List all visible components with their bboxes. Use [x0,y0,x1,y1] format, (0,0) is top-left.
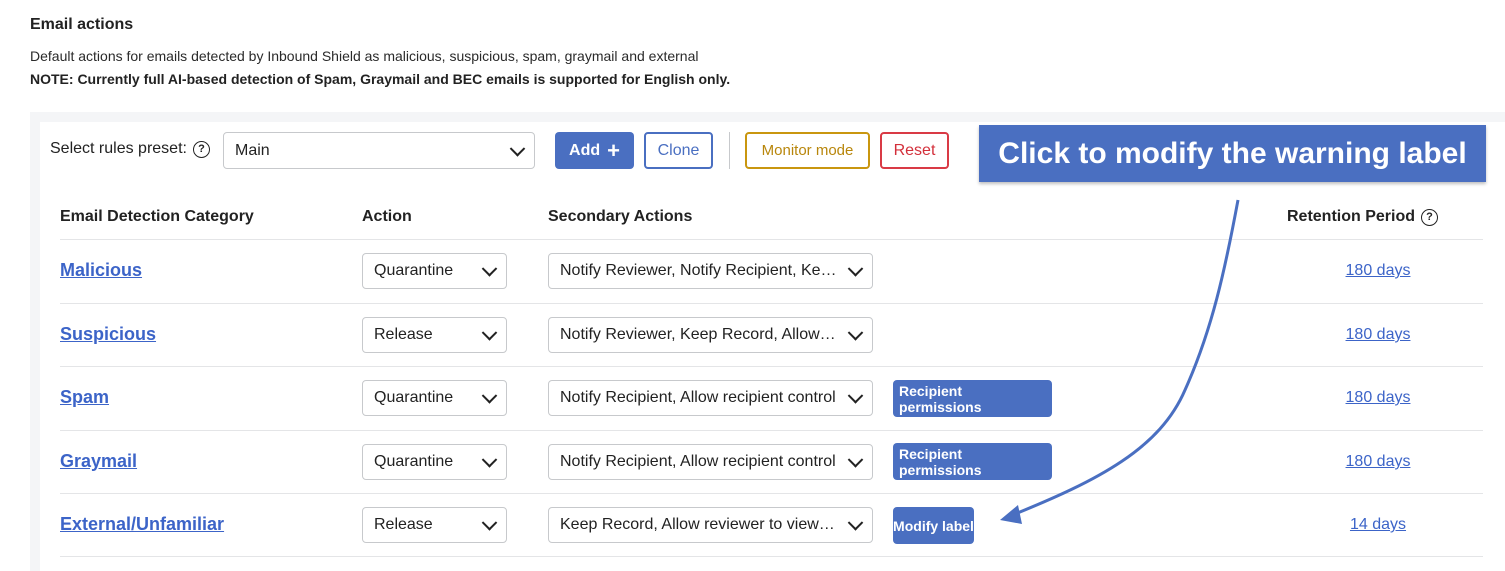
toolbar-divider [729,132,730,169]
chevron-down-icon [847,388,864,404]
modify-label-button[interactable]: Modify label [893,507,974,544]
retention-link[interactable]: 180 days [1318,262,1438,280]
section-description: Default actions for emails detected by I… [30,48,699,64]
category-link-spam[interactable]: Spam [60,387,109,408]
category-link-graymail[interactable]: Graymail [60,451,137,472]
action-select[interactable]: Quarantine [362,380,507,416]
secondary-actions-select[interactable]: Notify Recipient, Allow recipient contro… [548,444,873,480]
secondary-actions-select[interactable]: Notify Reviewer, Keep Record, Allow revi… [548,317,873,353]
clone-button[interactable]: Clone [644,132,713,169]
recipient-permissions-button[interactable]: Recipient permissions [893,380,1052,417]
section-title: Email actions [30,16,134,33]
secondary-actions-select[interactable]: Keep Record, Allow reviewer to view cont… [548,507,873,543]
column-header-action: Action [362,208,412,225]
action-select[interactable]: Release [362,317,507,353]
preset-select[interactable]: Main [223,132,535,169]
retention-link[interactable]: 180 days [1318,326,1438,344]
chevron-down-icon [481,452,498,468]
row-divider [60,556,1483,557]
reset-button[interactable]: Reset [880,132,949,169]
chevron-down-icon [847,452,864,468]
chevron-down-icon [847,515,864,531]
category-link-external[interactable]: External/Unfamiliar [60,514,224,535]
chevron-down-icon [481,515,498,531]
retention-link[interactable]: 180 days [1318,453,1438,471]
row-divider [60,303,1483,304]
category-link-malicious[interactable]: Malicious [60,260,142,281]
recipient-permissions-button[interactable]: Recipient permissions [893,443,1052,480]
secondary-actions-select[interactable]: Notify Reviewer, Notify Recipient, Keep … [548,253,873,289]
chevron-down-icon [509,140,526,157]
help-icon[interactable]: ? [192,140,210,158]
action-select[interactable]: Quarantine [362,253,507,289]
section-note: NOTE: Currently full AI-based detection … [30,71,731,87]
chevron-down-icon [847,261,864,277]
column-header-category: Email Detection Category [60,208,254,225]
monitor-mode-button[interactable]: Monitor mode [745,132,870,169]
preset-label: Select rules preset: ? [50,140,210,158]
chevron-down-icon [481,388,498,404]
row-divider [60,239,1483,240]
retention-link[interactable]: 180 days [1318,389,1438,407]
row-divider [60,493,1483,494]
row-divider [60,430,1483,431]
column-header-secondary: Secondary Actions [548,208,693,225]
secondary-actions-select[interactable]: Notify Recipient, Allow recipient contro… [548,380,873,416]
retention-link[interactable]: 14 days [1318,516,1438,534]
category-link-suspicious[interactable]: Suspicious [60,324,156,345]
column-header-retention: Retention Period ? [1287,208,1439,226]
help-icon[interactable]: ? [1421,208,1439,226]
plus-icon: + [607,137,620,163]
add-preset-button[interactable]: Add + [555,132,634,169]
chevron-down-icon [481,325,498,341]
action-select[interactable]: Release [362,507,507,543]
chevron-down-icon [847,325,864,341]
action-select[interactable]: Quarantine [362,444,507,480]
chevron-down-icon [481,261,498,277]
callout-banner: Click to modify the warning label [979,125,1486,182]
row-divider [60,366,1483,367]
